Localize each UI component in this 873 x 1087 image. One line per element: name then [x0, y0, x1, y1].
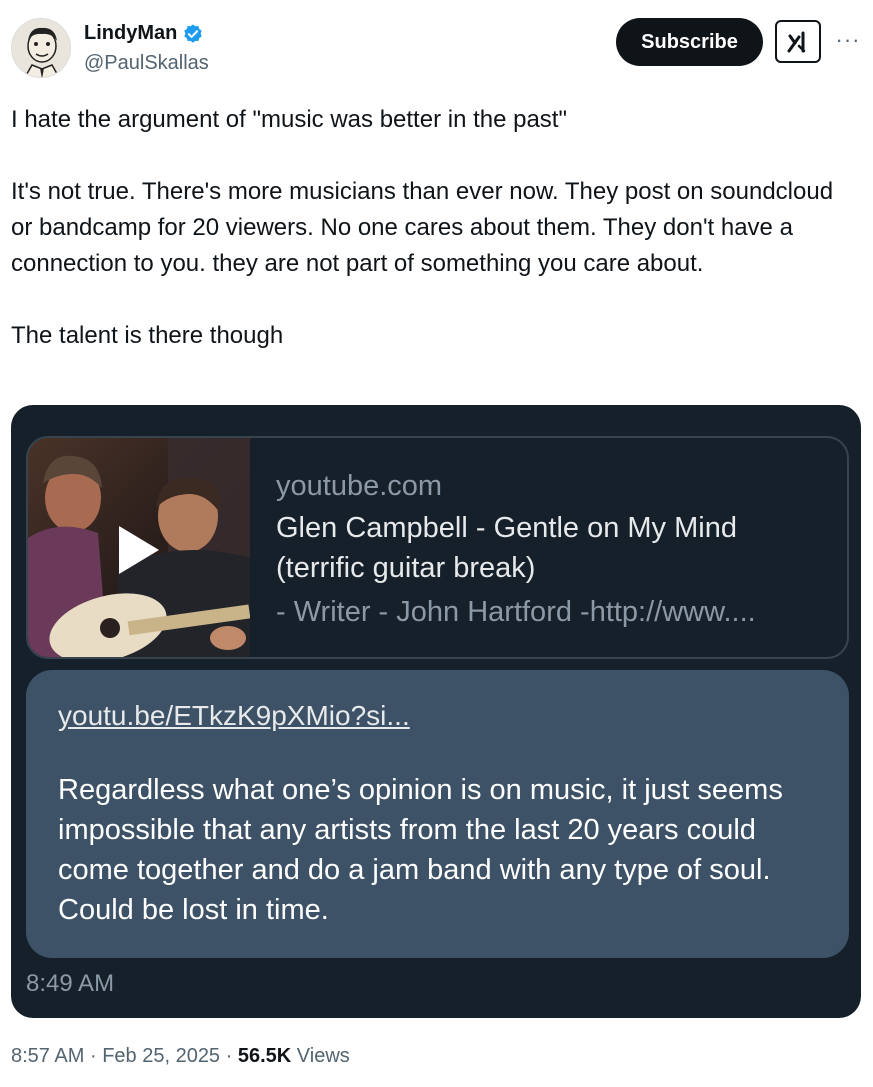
subscribe-button[interactable]: Subscribe: [616, 18, 763, 66]
tweet-paragraph: I hate the argument of "music was better…: [11, 106, 567, 133]
views-count: 56.5K: [237, 1045, 292, 1067]
display-name[interactable]: LindyMan: [84, 22, 177, 45]
tweet-paragraph: It's not true. There's more musicians th…: [11, 178, 834, 277]
message-timestamp: 8:49 AM: [26, 970, 115, 997]
tweet-text: I hate the argument of "music was better…: [11, 102, 856, 354]
preview-description: - Writer - John Hartford -http://www....: [276, 596, 756, 628]
post-time[interactable]: 8:57 AM: [11, 1045, 84, 1067]
verified-badge-icon: [182, 23, 204, 45]
embedded-message-screenshot[interactable]: youtube.com Glen Campbell - Gentle on My…: [11, 405, 861, 1018]
preview-title[interactable]: Glen Campbell - Gentle on My Mind (terri…: [276, 508, 816, 588]
cartoon-man-avatar-icon: [12, 19, 70, 77]
message-text: Regardless what one’s opinion is on musi…: [58, 774, 783, 926]
avatar[interactable]: [11, 18, 71, 78]
message-link[interactable]: youtu.be/ETkzK9pXMio?si...: [58, 698, 817, 734]
tweet-paragraph: The talent is there though: [11, 322, 284, 349]
post-date[interactable]: Feb 25, 2025: [102, 1045, 220, 1067]
grok-button[interactable]: [775, 20, 821, 63]
video-thumbnail[interactable]: [28, 438, 250, 657]
preview-info: youtube.com Glen Campbell - Gentle on My…: [250, 438, 816, 657]
more-options-icon[interactable]: ···: [832, 22, 864, 58]
name-row: LindyMan: [84, 22, 204, 45]
grok-icon: [787, 31, 806, 52]
tweet-meta: 8:57 AM · Feb 25, 2025 · 56.5K Views: [11, 1045, 350, 1068]
user-handle[interactable]: @PaulSkallas: [84, 52, 209, 75]
separator: ·: [225, 1045, 233, 1067]
separator: ·: [89, 1045, 97, 1067]
play-icon[interactable]: [28, 438, 250, 657]
message-bubble: youtu.be/ETkzK9pXMio?si... Regardless wh…: [26, 670, 849, 958]
youtube-link-preview[interactable]: youtube.com Glen Campbell - Gentle on My…: [26, 436, 849, 659]
views-label: Views: [296, 1045, 350, 1067]
tweet-header: LindyMan @PaulSkallas Subscribe ···: [0, 0, 873, 90]
preview-domain: youtube.com: [276, 470, 443, 502]
